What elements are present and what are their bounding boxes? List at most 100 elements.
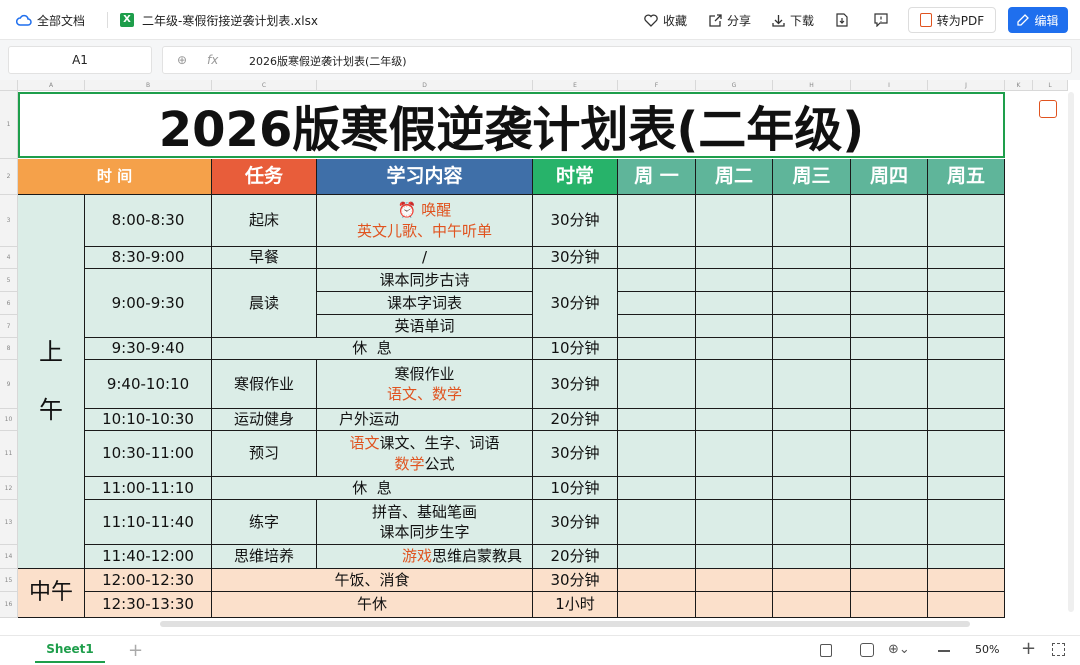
all-docs-link[interactable]: 全部文档	[16, 0, 85, 40]
duration-cell[interactable]: 10分钟	[533, 477, 618, 500]
content-cell[interactable]: 课本同步古诗	[317, 269, 533, 292]
favorite-button[interactable]: 收藏	[644, 0, 687, 40]
column-header[interactable]: J	[928, 80, 1005, 91]
zoom-icon[interactable]: ⊕	[177, 53, 187, 67]
weekday-cell[interactable]	[696, 338, 773, 360]
weekday-cell[interactable]	[618, 195, 696, 247]
duration-cell[interactable]: 1小时	[533, 592, 618, 618]
weekday-cell[interactable]	[618, 409, 696, 431]
weekday-cell[interactable]	[696, 409, 773, 431]
weekday-cell[interactable]	[773, 431, 851, 477]
cell-reference-box[interactable]: A1	[8, 46, 152, 74]
share-button[interactable]: 分享	[709, 0, 751, 40]
weekday-cell[interactable]	[773, 409, 851, 431]
freeze-icon[interactable]: ⊕⌄	[888, 642, 910, 657]
weekday-cell[interactable]	[928, 247, 1005, 269]
column-header[interactable]: K	[1005, 80, 1033, 91]
duration-cell[interactable]: 30分钟	[533, 431, 618, 477]
time-cell[interactable]: 11:00-11:10	[85, 477, 212, 500]
row-header[interactable]: 11	[0, 431, 18, 477]
weekday-cell[interactable]	[773, 292, 851, 315]
content-cell[interactable]: 户外运动	[317, 409, 533, 431]
horizontal-scrollbar[interactable]	[160, 621, 970, 627]
task-cell[interactable]: 运动健身	[212, 409, 317, 431]
zoom-in-icon[interactable]: +	[1021, 638, 1036, 659]
content-cell[interactable]: /	[317, 247, 533, 269]
weekday-cell[interactable]	[851, 477, 928, 500]
weekday-cell[interactable]	[618, 315, 696, 338]
row-header[interactable]: 4	[0, 247, 18, 269]
content-cell[interactable]: 寒假作业 语文、数学	[317, 360, 533, 409]
row-header[interactable]: 9	[0, 360, 18, 409]
task-cell[interactable]: 早餐	[212, 247, 317, 269]
time-cell[interactable]: 8:00-8:30	[85, 195, 212, 247]
page-view-icon[interactable]	[820, 644, 832, 657]
content-cell[interactable]: 拼音、基础笔画 课本同步生字	[317, 500, 533, 545]
weekday-cell[interactable]	[928, 315, 1005, 338]
duration-cell[interactable]: 10分钟	[533, 338, 618, 360]
morning-label-cell[interactable]: 上 午	[18, 195, 85, 569]
duration-cell[interactable]: 20分钟	[533, 545, 618, 569]
weekday-cell[interactable]	[773, 195, 851, 247]
formula-input[interactable]: ⊕ fx 2026版寒假逆袭计划表(二年级)	[162, 46, 1072, 74]
weekday-cell[interactable]	[928, 431, 1005, 477]
duration-cell[interactable]: 30分钟	[533, 247, 618, 269]
weekday-cell[interactable]	[773, 592, 851, 618]
time-cell[interactable]: 11:40-12:00	[85, 545, 212, 569]
edit-button[interactable]: 编辑	[1008, 7, 1068, 33]
row-header[interactable]: 13	[0, 500, 18, 545]
content-cell[interactable]: ⏰ 唤醒 英文儿歌、中午听单	[317, 195, 533, 247]
weekday-cell[interactable]	[696, 292, 773, 315]
vertical-scrollbar[interactable]	[1068, 92, 1074, 612]
time-cell[interactable]: 10:10-10:30	[85, 409, 212, 431]
task-cell[interactable]: 寒假作业	[212, 360, 317, 409]
header-task[interactable]: 任务	[212, 159, 317, 195]
check-view-icon[interactable]	[860, 643, 874, 657]
sheet-title-cell[interactable]: 2026版寒假逆袭计划表(二年级)	[18, 92, 1005, 158]
header-monday[interactable]: 周 一	[618, 159, 696, 195]
weekday-cell[interactable]	[618, 545, 696, 569]
download-button[interactable]: 下载	[772, 0, 814, 40]
weekday-cell[interactable]	[618, 338, 696, 360]
time-cell[interactable]: 10:30-11:00	[85, 431, 212, 477]
zoom-out-icon[interactable]	[938, 650, 950, 652]
weekday-cell[interactable]	[928, 569, 1005, 592]
content-cell[interactable]: 课本字词表	[317, 292, 533, 315]
weekday-cell[interactable]	[928, 477, 1005, 500]
weekday-cell[interactable]	[696, 360, 773, 409]
weekday-cell[interactable]	[851, 545, 928, 569]
task-cell[interactable]: 起床	[212, 195, 317, 247]
task-cell[interactable]: 预习	[212, 431, 317, 477]
weekday-cell[interactable]	[928, 292, 1005, 315]
weekday-cell[interactable]	[928, 592, 1005, 618]
task-cell[interactable]: 午饭、消食	[212, 569, 533, 592]
weekday-cell[interactable]	[696, 431, 773, 477]
time-cell[interactable]: 9:40-10:10	[85, 360, 212, 409]
row-header[interactable]: 15	[0, 569, 18, 592]
weekday-cell[interactable]	[851, 195, 928, 247]
weekday-cell[interactable]	[851, 315, 928, 338]
weekday-cell[interactable]	[928, 545, 1005, 569]
convert-pdf-button[interactable]: 转为PDF	[908, 7, 996, 33]
task-cell[interactable]: 练字	[212, 500, 317, 545]
weekday-cell[interactable]	[851, 269, 928, 292]
weekday-cell[interactable]	[773, 315, 851, 338]
column-header[interactable]: A	[18, 80, 85, 91]
duration-cell[interactable]: 30分钟	[533, 195, 618, 247]
task-cell[interactable]: 午休	[212, 592, 533, 618]
content-cell[interactable]: 语文课文、生字、词语 数学公式	[317, 431, 533, 477]
weekday-cell[interactable]	[618, 477, 696, 500]
weekday-cell[interactable]	[851, 409, 928, 431]
row-header[interactable]: 16	[0, 592, 18, 618]
weekday-cell[interactable]	[618, 360, 696, 409]
comment-button[interactable]	[874, 0, 893, 40]
header-friday[interactable]: 周五	[928, 159, 1005, 195]
weekday-cell[interactable]	[773, 545, 851, 569]
sheet-tab[interactable]: Sheet1	[35, 637, 105, 663]
row-header[interactable]: 8	[0, 338, 18, 360]
weekday-cell[interactable]	[696, 315, 773, 338]
content-cell[interactable]: 游戏 思维启蒙教具	[317, 545, 533, 569]
weekday-cell[interactable]	[851, 292, 928, 315]
weekday-cell[interactable]	[851, 431, 928, 477]
task-cell[interactable]: 晨读	[212, 269, 317, 338]
